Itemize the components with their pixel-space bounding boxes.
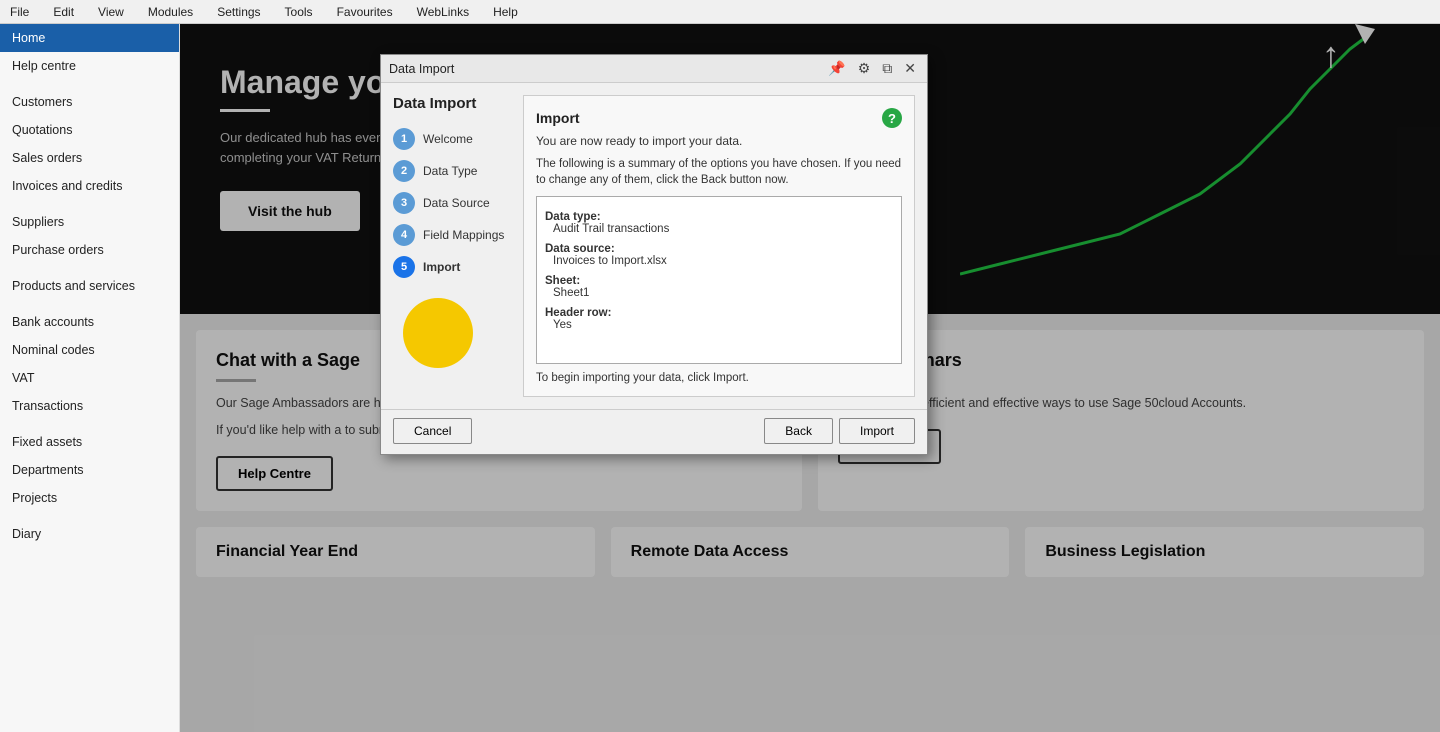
import-footer-text: To begin importing your data, click Impo… (536, 372, 902, 384)
header-row-label: Header row: (545, 307, 893, 319)
settings-icon[interactable]: ⚙ (855, 59, 874, 78)
summary-box: Data type: Audit Trail transactions Data… (536, 196, 902, 364)
header-row-value: Yes (553, 319, 893, 331)
dialog-buttons: Cancel Back Import (381, 409, 927, 454)
step-1: 1 Welcome (393, 128, 523, 150)
menu-help[interactable]: Help (487, 3, 524, 21)
sidebar-item-departments[interactable]: Departments (0, 456, 179, 484)
data-type-value: Audit Trail transactions (553, 223, 893, 235)
step-4-circle: 4 (393, 224, 415, 246)
data-source-value: Invoices to Import.xlsx (553, 255, 893, 267)
step-3: 3 Data Source (393, 192, 523, 214)
sidebar-item-sales-orders[interactable]: Sales orders (0, 144, 179, 172)
sidebar-item-suppliers[interactable]: Suppliers (0, 208, 179, 236)
sidebar-item-help-centre[interactable]: Help centre (0, 52, 179, 80)
step-5-label: Import (423, 260, 460, 274)
menu-tools[interactable]: Tools (279, 3, 319, 21)
close-icon[interactable]: ✕ (901, 59, 919, 78)
sidebar-item-invoices[interactable]: Invoices and credits (0, 172, 179, 200)
sidebar-item-purchase-orders[interactable]: Purchase orders (0, 236, 179, 264)
sidebar-item-quotations[interactable]: Quotations (0, 116, 179, 144)
sidebar-item-transactions[interactable]: Transactions (0, 392, 179, 420)
menu-modules[interactable]: Modules (142, 3, 199, 21)
step-5-circle: 5 (393, 256, 415, 278)
sidebar: Home Help centre Customers Quotations Sa… (0, 24, 180, 732)
data-source-label: Data source: (545, 243, 893, 255)
menu-settings[interactable]: Settings (211, 3, 266, 21)
wizard-title: Data Import (393, 95, 523, 112)
data-type-label: Data type: (545, 211, 893, 223)
import-step-title: Import (536, 110, 580, 126)
sidebar-item-vat[interactable]: VAT (0, 364, 179, 392)
menu-edit[interactable]: Edit (47, 3, 80, 21)
dialog-overlay: Data Import 📌 ⚙ ⧉ ✕ Data Import 1 (180, 24, 1440, 732)
restore-icon[interactable]: ⧉ (879, 59, 895, 78)
sheet-label: Sheet: (545, 275, 893, 287)
import-description: The following is a summary of the option… (536, 156, 902, 188)
menu-view[interactable]: View (92, 3, 130, 21)
dialog-titlebar: Data Import 📌 ⚙ ⧉ ✕ (381, 55, 927, 83)
step-1-circle: 1 (393, 128, 415, 150)
cancel-button[interactable]: Cancel (393, 418, 472, 444)
sidebar-item-products[interactable]: Products and services (0, 272, 179, 300)
app-layout: Home Help centre Customers Quotations Sa… (0, 24, 1440, 732)
sidebar-item-home[interactable]: Home (0, 24, 179, 52)
step-2-circle: 2 (393, 160, 415, 182)
step-1-label: Welcome (423, 132, 473, 146)
step-4: 4 Field Mappings (393, 224, 523, 246)
sidebar-item-projects[interactable]: Projects (0, 484, 179, 512)
import-button[interactable]: Import (839, 418, 915, 444)
step-4-label: Field Mappings (423, 228, 504, 242)
menu-weblinks[interactable]: WebLinks (411, 3, 475, 21)
sidebar-item-nominal[interactable]: Nominal codes (0, 336, 179, 364)
sidebar-item-customers[interactable]: Customers (0, 88, 179, 116)
data-import-dialog: Data Import 📌 ⚙ ⧉ ✕ Data Import 1 (380, 54, 928, 455)
pin-icon[interactable]: 📌 (825, 59, 848, 78)
step-2: 2 Data Type (393, 160, 523, 182)
sheet-value: Sheet1 (553, 287, 893, 299)
dialog-body: Data Import 1 Welcome 2 Data Type 3 Data… (381, 83, 927, 409)
import-header-row: Import ? (536, 108, 902, 128)
dialog-title: Data Import (389, 62, 454, 76)
sidebar-item-fixed-assets[interactable]: Fixed assets (0, 428, 179, 456)
menu-favourites[interactable]: Favourites (331, 3, 399, 21)
wizard-steps: Data Import 1 Welcome 2 Data Type 3 Data… (393, 95, 523, 397)
step-3-label: Data Source (423, 196, 490, 210)
sidebar-item-bank[interactable]: Bank accounts (0, 308, 179, 336)
back-import-button-group: Back Import (764, 418, 915, 444)
help-icon[interactable]: ? (882, 108, 902, 128)
step-5: 5 Import (393, 256, 523, 278)
dialog-title-icons: 📌 ⚙ ⧉ ✕ (825, 59, 919, 78)
main-content: Manage your VAT Our dedicated hub has ev… (180, 24, 1440, 732)
menu-bar: File Edit View Modules Settings Tools Fa… (0, 0, 1440, 24)
step-3-circle: 3 (393, 192, 415, 214)
yellow-circle-decoration (403, 298, 473, 368)
wizard-content: Import ? You are now ready to import you… (523, 95, 915, 397)
sidebar-item-diary[interactable]: Diary (0, 520, 179, 548)
menu-file[interactable]: File (4, 3, 35, 21)
back-button[interactable]: Back (764, 418, 833, 444)
step-2-label: Data Type (423, 164, 477, 178)
import-subtitle: You are now ready to import your data. (536, 134, 902, 148)
